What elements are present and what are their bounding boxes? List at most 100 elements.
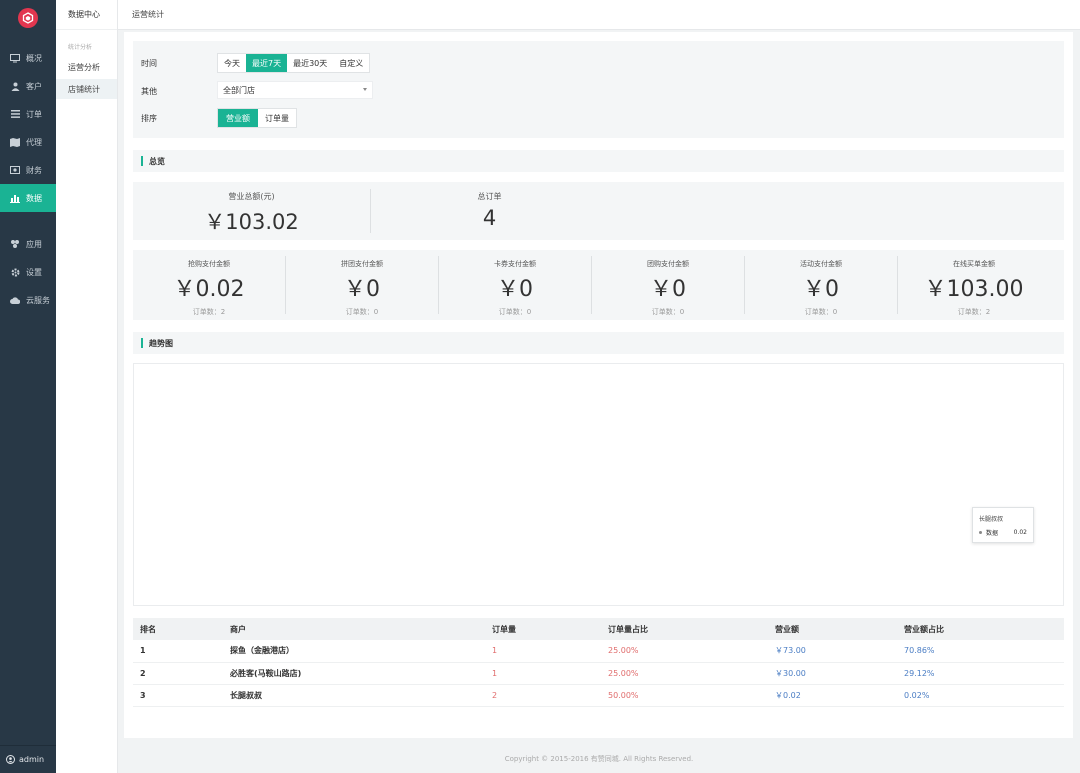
revenue-cell: ￥30.00 — [768, 662, 897, 685]
store-cell: 长腿叔叔 — [223, 684, 485, 707]
payment-item: 活动支付金额 ￥0 订单数：0 — [745, 250, 897, 320]
breadcrumb: 运营统计 — [118, 0, 1080, 30]
logo-icon — [18, 8, 38, 28]
rank-cell: 2 — [133, 662, 223, 685]
total-revenue: 营业总额(元) ￥103.02 — [133, 182, 370, 240]
column-header[interactable]: 商户 — [223, 618, 485, 640]
payment-value: ￥0 — [497, 277, 533, 302]
tooltip-value: 0.02 — [1013, 529, 1027, 536]
time-30days-button[interactable]: 最近30天 — [287, 54, 334, 72]
filter-panel: 时间 今天 最近7天 最近30天 自定义 其他 全部门店 排序 营业额 订单量 — [133, 41, 1064, 138]
page-title: 运营统计 — [132, 10, 164, 19]
payment-orders: 订单数：2 — [192, 308, 226, 316]
payment-orders: 订单数：2 — [957, 308, 991, 316]
apps-icon — [10, 239, 20, 249]
nav-item-orders[interactable]: 订单 — [0, 100, 56, 128]
table-row[interactable]: 3 长腿叔叔 2 50.00% ￥0.02 0.02% — [133, 684, 1064, 707]
time-today-button[interactable]: 今天 — [218, 54, 246, 72]
total-revenue-label: 营业总额(元) — [228, 192, 275, 201]
column-header[interactable]: 营业额 — [768, 618, 897, 640]
revenue-pct-cell: 70.86% — [897, 640, 1064, 663]
sort-label: 排序 — [141, 114, 157, 123]
monitor-icon — [10, 53, 20, 63]
list-icon — [10, 109, 20, 119]
nav-item-label: 数据 — [26, 193, 42, 203]
total-revenue-value: ￥103.02 — [204, 210, 299, 234]
store-cell: 必胜客(马鞍山路店) — [223, 662, 485, 685]
orders-cell: 1 — [485, 640, 601, 663]
sort-revenue-button[interactable]: 营业额 — [218, 109, 258, 127]
username: admin — [19, 755, 45, 764]
column-header[interactable]: 排名 — [133, 618, 223, 640]
sub-sidebar-group: 统计分析 — [68, 44, 93, 51]
nav-item-overview[interactable]: 概况 — [0, 44, 56, 72]
nav-item-agents[interactable]: 代理 — [0, 128, 56, 156]
nav-item-customers[interactable]: 客户 — [0, 72, 56, 100]
nav-item-data[interactable]: 数据 — [0, 184, 56, 212]
store-select-value: 全部门店 — [223, 85, 255, 95]
user-icon — [10, 81, 20, 91]
time-custom-button[interactable]: 自定义 — [333, 54, 370, 72]
store-cell: 探鱼（金融港店） — [223, 640, 485, 663]
overview-header: 总览 — [133, 150, 1064, 172]
nav-item-label: 概况 — [26, 53, 42, 63]
time-range-group: 今天 最近7天 最近30天 自定义 — [217, 53, 371, 73]
orders-pct-cell: 25.00% — [601, 640, 768, 663]
payment-item: 拼团支付金额 ￥0 订单数：0 — [286, 250, 438, 320]
time-7days-button[interactable]: 最近7天 — [246, 54, 288, 72]
series-dot-icon — [979, 531, 982, 534]
rank-cell: 3 — [133, 684, 223, 707]
sort-orders-button[interactable]: 订单量 — [258, 109, 296, 127]
revenue-pct-cell: 29.12% — [897, 662, 1064, 685]
nav-item-apps[interactable]: 应用 — [0, 230, 56, 258]
sub-sidebar: 数据中心 统计分析 运营分析 店铺统计 — [56, 0, 118, 773]
summary-panel: 营业总额(元) ￥103.02 总订单 4 — [133, 182, 1064, 240]
nav-item-settings[interactable]: 设置 — [0, 258, 56, 286]
trend-chart[interactable]: 长腿叔叔 数据 0.02 — [133, 363, 1064, 606]
column-header[interactable]: 订单量占比 — [601, 618, 768, 640]
logo[interactable] — [0, 0, 56, 36]
nav-item-finance[interactable]: 财务 — [0, 156, 56, 184]
sub-sidebar-title: 数据中心 — [56, 0, 117, 30]
money-icon — [10, 165, 20, 175]
user-circle-icon — [6, 755, 15, 764]
payment-orders: 订单数：0 — [651, 308, 685, 316]
nav-item-label: 客户 — [26, 81, 42, 91]
payment-label: 团购支付金额 — [647, 260, 689, 268]
payment-value: ￥0 — [803, 277, 839, 302]
section-marker — [141, 338, 143, 348]
orders-pct-cell: 50.00% — [601, 684, 768, 707]
payment-label: 抢购支付金额 — [188, 260, 230, 268]
map-icon — [10, 137, 20, 147]
rank-cell: 1 — [133, 640, 223, 663]
time-label: 时间 — [141, 59, 157, 68]
sub-item-operations[interactable]: 运营分析 — [56, 57, 117, 77]
payment-item: 卡券支付金额 ￥0 订单数：0 — [439, 250, 591, 320]
cloud-icon — [10, 295, 20, 305]
nav-item-label: 代理 — [26, 137, 42, 147]
payment-value: ￥0.02 — [173, 277, 245, 302]
orders-cell: 1 — [485, 662, 601, 685]
trend-header: 趋势图 — [133, 332, 1064, 354]
payment-value: ￥103.00 — [924, 277, 1024, 302]
nav-item-label: 云服务 — [26, 295, 50, 305]
user-menu[interactable]: admin — [0, 745, 56, 773]
column-header[interactable]: 订单量 — [485, 618, 601, 640]
payment-orders: 订单数：0 — [804, 308, 838, 316]
chevron-down-icon — [363, 88, 367, 91]
column-header[interactable]: 营业额占比 — [897, 618, 1064, 640]
tooltip-title: 长腿叔叔 — [979, 516, 1004, 523]
sort-group: 营业额 订单量 — [217, 108, 297, 128]
store-ranking-table: 排名 商户 订单量 订单量占比 营业额 营业额占比 1 探鱼（金融港店） 1 2… — [133, 618, 1064, 707]
nav-item-label: 订单 — [26, 109, 42, 119]
sub-item-store-stats[interactable]: 店铺统计 — [56, 79, 117, 99]
table-header-row: 排名 商户 订单量 订单量占比 营业额 营业额占比 — [133, 618, 1064, 640]
table-row[interactable]: 1 探鱼（金融港店） 1 25.00% ￥73.00 70.86% — [133, 640, 1064, 663]
revenue-cell: ￥73.00 — [768, 640, 897, 663]
nav-item-cloud[interactable]: 云服务 — [0, 286, 56, 314]
store-select[interactable]: 全部门店 — [217, 81, 373, 99]
table-row[interactable]: 2 必胜客(马鞍山路店) 1 25.00% ￥30.00 29.12% — [133, 662, 1064, 685]
payment-item: 团购支付金额 ￥0 订单数：0 — [592, 250, 744, 320]
main-sidebar: 概况 客户 订单 代理 财务 数据 应用 设置 云服务 admin — [0, 0, 56, 773]
main-panel: 时间 今天 最近7天 最近30天 自定义 其他 全部门店 排序 营业额 订单量 … — [124, 32, 1073, 738]
